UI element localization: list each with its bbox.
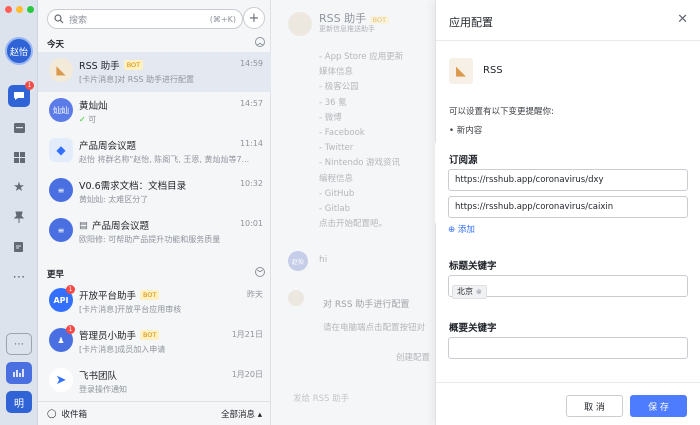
- user-message-avatar: 赵怡: [288, 251, 308, 271]
- remove-chip-icon[interactable]: ⊗: [476, 288, 482, 296]
- notify-hint: 可以设置有以下变更提醒你:: [449, 107, 554, 117]
- chat-item-admin-helper[interactable]: ♟ 1 管理员小助手 BOT 1月21日 [卡片消息]成员加入申请: [38, 322, 271, 362]
- bot-tag: BOT: [140, 330, 160, 340]
- section-earlier: 更早 ﹀: [47, 267, 265, 280]
- source-url-field-2[interactable]: https://rsshub.app/coronavirus/caixin: [448, 196, 688, 218]
- search-icon: [54, 14, 64, 24]
- more-icon[interactable]: ⋯: [10, 268, 28, 286]
- more-apps-icon[interactable]: ⋯: [6, 333, 32, 355]
- approval-icon[interactable]: [10, 238, 28, 256]
- app-sidebar: 赵怡 1 ★ ⋯ ⋯ 明: [0, 0, 38, 425]
- chat-item-open-platform[interactable]: API 1 开放平台助手 BOT 昨天 [卡片消息]开放平台应用审核: [38, 282, 271, 322]
- search-input[interactable]: 搜索 (⌘+K): [47, 9, 243, 29]
- chat-item-rss[interactable]: ◣ RSS 助手 BOT 14:59 [卡片消息]对 RSS 助手进行配置: [38, 52, 271, 92]
- doc-small-icon: ▤: [79, 219, 88, 231]
- list-footer: ◯ 收件箱 全部消息 ▴: [38, 401, 271, 425]
- user-message: hi: [319, 255, 328, 265]
- bot-tag: BOT: [140, 290, 160, 300]
- all-messages-filter[interactable]: 全部消息 ▴: [221, 408, 262, 420]
- title-keywords-label: 标题关键字: [449, 261, 497, 272]
- close-window-dot[interactable]: [5, 6, 12, 13]
- inbox-link[interactable]: 收件箱: [62, 408, 88, 420]
- doc-icon: ≡: [49, 218, 73, 242]
- bot-intro-message: - App Store 应用更新 媒体信息 - 极客公园 - 36 氪 - 微博…: [319, 52, 404, 230]
- cancel-button[interactable]: 取 消: [566, 395, 623, 417]
- window-controls: [5, 6, 34, 13]
- chat-item-feishu-team[interactable]: ➤ 飞书团队 1月20日 登录操作通知: [38, 362, 271, 402]
- panel-footer: 取 消 保 存: [436, 382, 700, 425]
- summary-keywords-label: 概要关键字: [449, 323, 497, 334]
- doc-icon: ≡: [49, 178, 73, 202]
- rss-chat-avatar: [288, 12, 312, 36]
- source-url-field-1[interactable]: https://rsshub.app/coronavirus/dxy: [448, 169, 688, 191]
- summary-keywords-input[interactable]: [448, 337, 688, 359]
- keyword-chip: 北京 ⊗: [452, 284, 487, 299]
- analytics-app-icon[interactable]: [6, 362, 32, 384]
- unread-badge: 1: [66, 325, 75, 334]
- rss-app-icon: ◣: [449, 58, 473, 84]
- chat-list-panel: 搜索 (⌘+K) + 今天 ︿ ◣ RSS 助手 BOT 14:59 [卡片消息]…: [38, 0, 271, 425]
- plus-circle-icon: ⊕: [448, 225, 458, 235]
- chat-item-v06-doc[interactable]: ≡ V0.6需求文档：文档目录 10:32 黄灿灿: 太难区分了: [38, 172, 271, 212]
- chat-item-product-weekly[interactable]: ◆ 产品周会议题 11:14 赵怡 将群名称"赵怡, 陈阁飞, 王恩, 黄灿灿等…: [38, 132, 271, 172]
- bot-tag: BOT: [123, 60, 144, 70]
- title-keywords-input[interactable]: 北京 ⊗: [448, 275, 688, 299]
- inbox-icon: ◯: [47, 408, 57, 419]
- config-card-title: 对 RSS 助手进行配置: [323, 300, 410, 310]
- create-config-button[interactable]: 创建配置: [396, 351, 430, 363]
- avatar: 灿灿: [49, 98, 73, 122]
- config-card-body: 请在电脑端点击配置按钮对: [323, 323, 426, 333]
- save-button[interactable]: 保 存: [630, 395, 687, 417]
- rss-card-avatar: [288, 290, 304, 306]
- collapse-earlier-icon[interactable]: ﹀: [255, 267, 265, 277]
- chat-pane: RSS 助手 BOT 更新信息推送助手 - App Store 应用更新 媒体信…: [271, 0, 435, 425]
- rss-avatar: ◣: [49, 58, 73, 82]
- feishu-logo-icon: ➤: [49, 368, 73, 392]
- favorites-star-icon[interactable]: ★: [10, 178, 28, 196]
- chat-item-product-weekly-2[interactable]: ≡ ▤ 产品周会议题 10:01 欧阳修: 可帮助产品提升功能和服务质量: [38, 212, 271, 252]
- read-check-icon: ✓: [79, 115, 89, 124]
- messages-icon[interactable]: 1: [8, 81, 34, 107]
- subscription-label: 订阅源: [449, 155, 478, 166]
- add-source-button[interactable]: ⊕ 添加: [448, 223, 475, 235]
- message-composer[interactable]: 发给 RSS 助手: [293, 392, 349, 404]
- group-doc-icon: ◆: [49, 138, 73, 162]
- close-icon[interactable]: ✕: [677, 12, 688, 27]
- calendar-icon[interactable]: [10, 118, 28, 136]
- panel-title: 应用配置: [449, 16, 493, 29]
- unread-badge: 1: [25, 81, 34, 90]
- collapse-today-icon[interactable]: ︿: [255, 37, 265, 47]
- add-button[interactable]: +: [243, 7, 265, 29]
- minimize-window-dot[interactable]: [16, 6, 23, 13]
- pin-icon[interactable]: [10, 208, 28, 226]
- user-avatar[interactable]: 赵怡: [5, 37, 33, 65]
- app-config-panel: 应用配置 ✕ ◣ RSS 可以设置有以下变更提醒你: • 新内容 订阅源 htt…: [435, 0, 700, 425]
- chat-item-huangcancan[interactable]: 灿灿 黄灿灿 14:57 ✓ 可: [38, 92, 271, 132]
- zoom-window-dot[interactable]: [27, 6, 34, 13]
- workplace-icon[interactable]: [10, 148, 28, 166]
- section-today: 今天 ︿: [47, 37, 265, 50]
- divider: [436, 40, 700, 41]
- app-name: RSS: [483, 65, 503, 76]
- unread-badge: 1: [66, 285, 75, 294]
- plus-icon: +: [248, 10, 260, 26]
- org-app-icon[interactable]: 明: [6, 391, 32, 413]
- new-content-item: • 新内容: [449, 126, 483, 136]
